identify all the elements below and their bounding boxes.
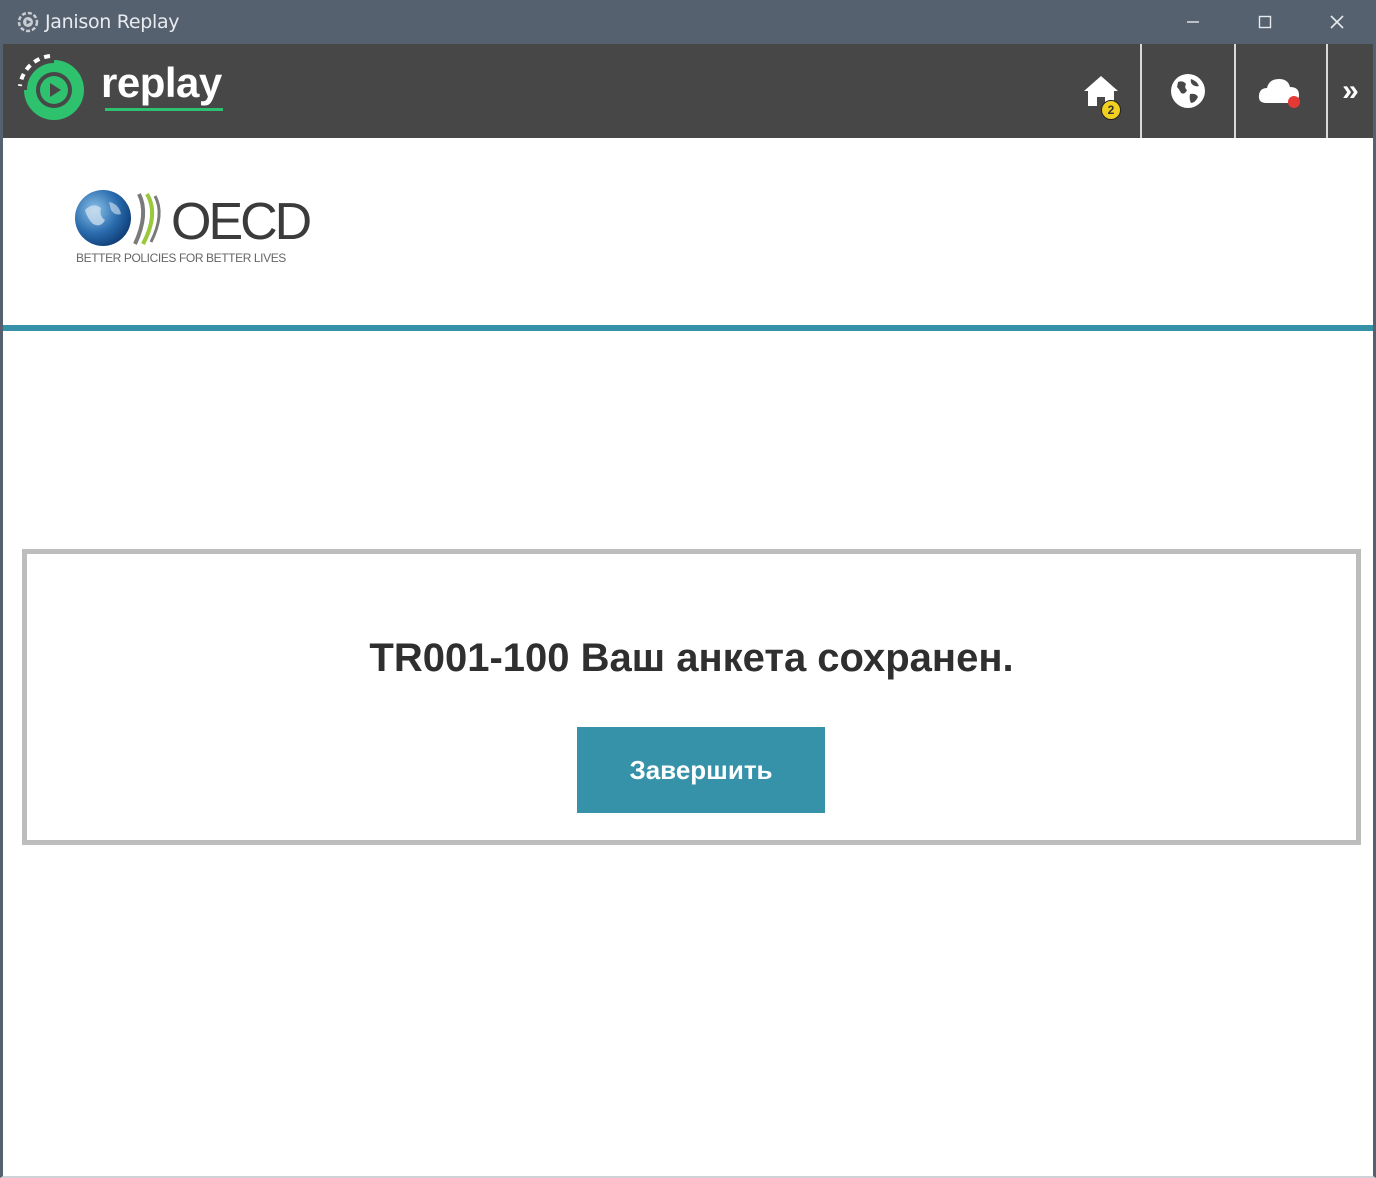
- confirmation-panel: TR001-100 Ваш анкета сохранен. Завершить: [22, 549, 1361, 845]
- oecd-wordmark: OECD: [171, 193, 312, 251]
- app-icon: [17, 11, 39, 33]
- cloud-icon: [1258, 79, 1300, 108]
- maximize-button[interactable]: [1229, 0, 1301, 44]
- oecd-globe-icon: [75, 190, 161, 246]
- minimize-button[interactable]: [1157, 0, 1229, 44]
- oecd-tagline: BETTER POLICIES FOR BETTER LIVES: [76, 251, 286, 265]
- window-title: Janison Replay: [45, 11, 180, 33]
- replay-logo-icon: [18, 54, 84, 120]
- expand-menu-button[interactable]: »: [1328, 44, 1373, 138]
- brand-name: replay: [101, 59, 222, 106]
- app-toolbar: replay 2 »: [3, 44, 1373, 138]
- header-divider: [3, 325, 1373, 331]
- sync-button[interactable]: [1236, 44, 1326, 138]
- double-chevron-right-icon: »: [1342, 74, 1359, 107]
- home-notification-badge: 2: [1101, 100, 1121, 120]
- confirmation-message: TR001-100 Ваш анкета сохранен.: [369, 636, 1014, 680]
- app-window: Janison Replay replay 2 » OECD BETTER PO…: [0, 0, 1376, 1178]
- brand-underline: [105, 108, 223, 111]
- globe-icon: [1171, 74, 1205, 108]
- home-button[interactable]: 2: [1063, 44, 1139, 138]
- close-icon: [1330, 15, 1344, 29]
- language-button[interactable]: [1142, 44, 1234, 138]
- finish-button[interactable]: Завершить: [577, 727, 825, 813]
- maximize-icon: [1258, 15, 1272, 29]
- oecd-logo: OECD BETTER POLICIES FOR BETTER LIVES: [73, 188, 312, 265]
- minimize-icon: [1187, 21, 1199, 23]
- title-bar[interactable]: Janison Replay: [3, 0, 1373, 44]
- replay-logo: replay: [17, 50, 222, 124]
- close-button[interactable]: [1301, 0, 1373, 44]
